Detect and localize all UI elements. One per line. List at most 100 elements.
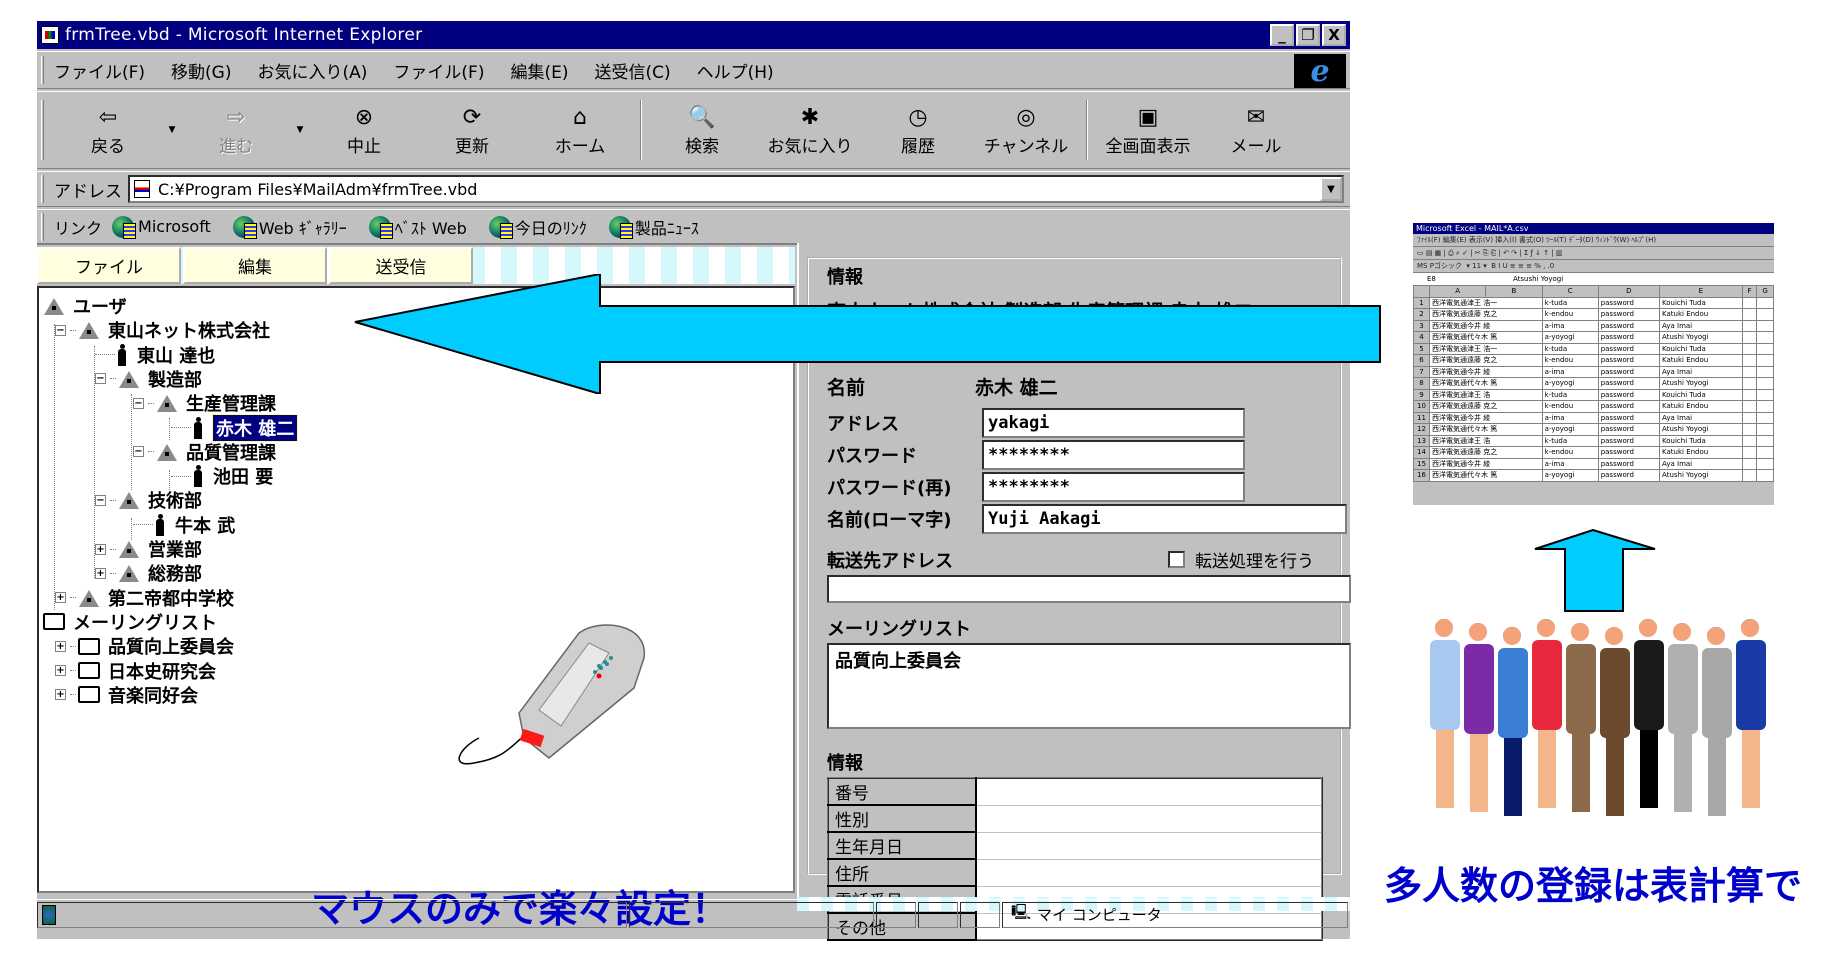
info-value-cell[interactable] [976,859,1322,887]
excel-cell[interactable]: password [1597,411,1661,424]
excel-cell[interactable] [1756,388,1774,401]
forward-checkbox[interactable] [1168,551,1185,568]
expand-icon[interactable]: + [55,689,66,701]
menu-send-receive[interactable]: 送受信(C) [594,58,670,83]
excel-cell[interactable] [1741,388,1758,401]
tree-node[interactable]: + 第二帝都中学校 [55,586,234,610]
excel-cell[interactable] [1756,411,1774,424]
excel-cell[interactable] [1741,457,1758,470]
excel-cell[interactable]: Katuki Endou [1659,354,1743,367]
excel-cell[interactable] [1741,296,1758,309]
excel-cell[interactable]: a-ima [1541,457,1599,470]
excel-cell[interactable]: a-ima [1541,319,1599,332]
excel-cell[interactable] [1756,434,1774,447]
excel-cell[interactable]: 西洋電気通今井 綾 [1429,365,1543,378]
excel-cell[interactable]: Atushi Yoyogi [1659,377,1743,390]
collapse-icon[interactable]: − [133,446,144,458]
excel-cell[interactable]: Kouichi Tuda [1659,342,1743,355]
excel-cell[interactable]: k-endou [1541,308,1599,321]
excel-cell[interactable] [1756,296,1774,309]
tree-node[interactable]: メーリングリスト [43,610,217,634]
tab-edit[interactable]: 編集 [183,247,327,284]
minimize-button[interactable]: _ [1270,24,1294,46]
excel-row-number[interactable]: 11 [1413,411,1430,424]
forward-button[interactable]: ⇨ 進む [182,92,290,168]
excel-cell[interactable]: a-yoyogi [1541,331,1599,344]
excel-row-number[interactable]: 13 [1413,434,1430,447]
collapse-icon[interactable]: − [55,324,66,336]
tree-node[interactable]: − 東山ネット株式会社 [55,318,270,342]
tree-node[interactable]: 赤木 雄二 [171,413,299,442]
tree-node[interactable]: 東山 達也 [95,343,215,367]
excel-row-number[interactable]: 4 [1413,331,1430,344]
stop-button[interactable]: ⊗ 中止 [310,92,418,168]
excel-column-header[interactable]: C [1541,285,1599,298]
excel-column-header[interactable]: A [1428,285,1487,298]
excel-cell[interactable]: password [1597,457,1661,470]
excel-cell[interactable]: password [1597,446,1661,459]
excel-cell[interactable]: a-ima [1541,411,1599,424]
tree-node[interactable]: + 品質向上委員会 [55,634,234,658]
favorites-button[interactable]: ✱ お気に入り [756,92,864,168]
excel-cell[interactable] [1741,469,1758,482]
excel-cell[interactable]: password [1597,434,1661,447]
excel-row-number[interactable]: 6 [1413,354,1430,367]
excel-cell[interactable] [1756,308,1774,321]
menu-file[interactable]: ファイル(F) [54,58,145,83]
excel-cell[interactable] [1756,400,1774,413]
excel-cell[interactable]: k-tuda [1541,388,1599,401]
history-button[interactable]: ◷ 履歴 [864,92,972,168]
tree-node[interactable]: − 技術部 [95,488,202,512]
collapse-icon[interactable]: − [95,494,106,506]
excel-cell[interactable] [1756,457,1774,470]
excel-cell[interactable]: Aya Imai [1659,319,1743,332]
excel-cell[interactable] [1741,319,1758,332]
excel-cell[interactable] [1756,342,1774,355]
excel-cell[interactable] [1756,319,1774,332]
excel-cell[interactable]: a-ima [1541,365,1599,378]
excel-cell[interactable] [1741,446,1758,459]
excel-column-header[interactable]: G [1756,285,1774,298]
excel-cell[interactable]: k-tuda [1541,342,1599,355]
tree-node[interactable]: + 総務部 [95,561,202,585]
excel-cell[interactable] [1741,377,1758,390]
excel-cell[interactable]: 西洋電気通遠藤 克之 [1429,446,1543,459]
excel-cell[interactable]: k-endou [1541,446,1599,459]
excel-cell[interactable]: 西洋電気通津王 浩 [1429,388,1543,401]
tree-node[interactable]: 池田 要 [171,464,273,488]
excel-cell[interactable] [1741,423,1758,436]
link-best-web[interactable]: ﾍﾞｽﾄ Web [368,215,467,239]
excel-row-number[interactable]: 12 [1413,423,1430,436]
excel-cell[interactable]: 西洋電気通津王 浩一 [1429,342,1543,355]
channels-button[interactable]: ◎ チャンネル [972,92,1080,168]
addressbar-grip[interactable] [41,175,44,203]
excel-row-number[interactable]: 8 [1413,377,1430,390]
romaji-name-input[interactable]: Yuji Aakagi [982,504,1347,534]
toolbar-grip[interactable] [41,100,44,160]
search-button[interactable]: 🔍 検索 [648,92,756,168]
mailing-list-box[interactable]: 品質向上委員会 [827,643,1351,729]
expand-icon[interactable]: + [55,665,66,676]
excel-cell[interactable]: 西洋電気通遠藤 克之 [1429,400,1543,413]
info-value-cell[interactable] [976,832,1322,860]
password-confirm-input[interactable]: ******** [982,472,1245,502]
forward-checkbox-row[interactable]: 転送処理を行う [1168,547,1314,572]
excel-cell[interactable]: password [1597,331,1661,344]
excel-cell[interactable]: password [1597,308,1661,321]
excel-cell[interactable] [1756,423,1774,436]
tree-node[interactable]: ユーザ [43,294,127,318]
info-value-cell[interactable] [976,805,1322,833]
excel-cell[interactable] [1741,354,1758,367]
excel-cell[interactable]: password [1597,296,1661,309]
excel-cell[interactable]: a-yoyogi [1541,423,1599,436]
excel-cell[interactable]: Kouichi Tuda [1659,296,1743,309]
excel-row-number[interactable]: 9 [1413,388,1430,401]
excel-cell[interactable] [1741,411,1758,424]
excel-column-header[interactable]: F [1741,285,1758,298]
excel-cell[interactable]: password [1597,342,1661,355]
excel-cell[interactable]: Katuki Endou [1659,446,1743,459]
excel-row-number[interactable]: 1 [1413,296,1430,309]
excel-cell[interactable] [1756,469,1774,482]
excel-row-number[interactable]: 3 [1413,319,1430,332]
excel-cell[interactable]: a-yoyogi [1541,469,1599,482]
